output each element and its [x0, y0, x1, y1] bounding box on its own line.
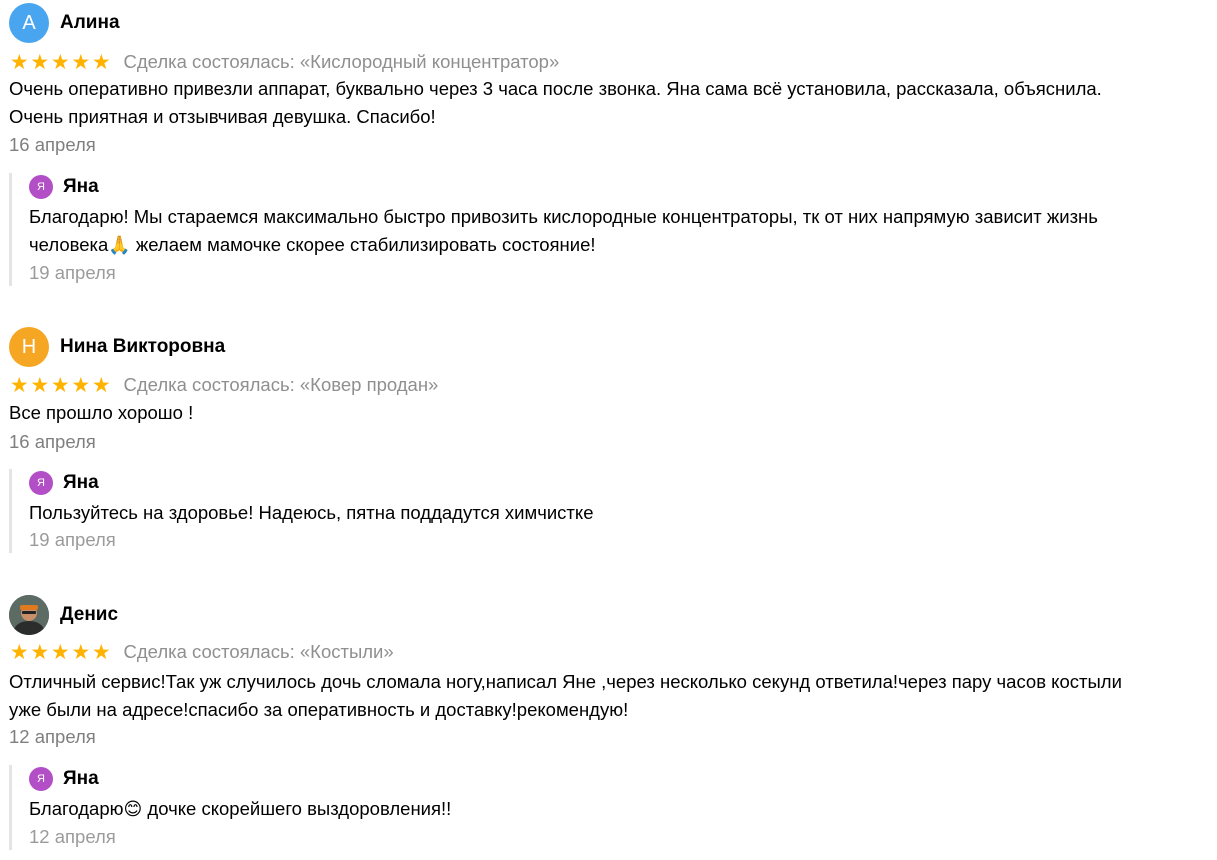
reply-text-part: желаем мамочке скорее стабилизировать со… — [130, 234, 596, 255]
reply-header: Я Яна — [29, 173, 1209, 201]
seller-reply: Я Яна Благодарю! Мы стараемся максимальн… — [9, 173, 1209, 286]
star-icon: ★ — [50, 640, 70, 664]
reply-date: 12 апреля — [29, 826, 116, 847]
reply-author-name[interactable]: Яна — [63, 768, 99, 790]
star-icon: ★ — [30, 373, 50, 397]
rating-row: ★ ★ ★ ★ ★ Сделка состоялась: «Костыли» — [9, 641, 394, 663]
reply-text-part: дочке скорейшего выздоровления!! — [142, 798, 452, 819]
deal-status: Сделка состоялась: «Кислородный концентр… — [123, 51, 560, 72]
reply-avatar[interactable]: Я — [29, 471, 53, 495]
reply-header: Я Яна — [29, 765, 1209, 793]
star-icon: ★ — [91, 373, 111, 397]
author-name[interactable]: Алина — [60, 12, 120, 34]
review-text-line: Очень приятная и отзывчивая девушка. Спа… — [9, 106, 436, 127]
review-text-line: Очень оперативно привезли аппарат, буква… — [9, 78, 1102, 99]
star-icon: ★ — [9, 50, 29, 74]
author-name[interactable]: Нина Викторовна — [60, 336, 225, 358]
review-text: Все прошло хорошо ! — [9, 399, 1209, 427]
star-icon: ★ — [50, 50, 70, 74]
deal-status: Сделка состоялась: «Ковер продан» — [123, 374, 439, 395]
review-text-line: Все прошло хорошо ! — [9, 402, 194, 423]
review-date: 16 апреля — [9, 431, 96, 452]
reply-text-part: Благодарю — [29, 798, 124, 819]
reply-date: 19 апреля — [29, 529, 116, 550]
avatar[interactable] — [9, 595, 49, 635]
star-icon: ★ — [50, 373, 70, 397]
reply-author-name[interactable]: Яна — [63, 472, 99, 494]
review-text-line: уже были на адресе!спасибо за оперативно… — [9, 699, 629, 720]
praying-hands-icon: 🙏 — [108, 235, 131, 256]
reply-avatar[interactable]: Я — [29, 767, 53, 791]
seller-reply: Я Яна Пользуйтесь на здоровье! Надеюсь, … — [9, 469, 1209, 553]
review-author-row: Н Нина Викторовна — [9, 327, 225, 367]
seller-reply: Я Яна Благодарю😊 дочке скорейшего выздор… — [9, 765, 1209, 850]
reply-avatar[interactable]: Я — [29, 175, 53, 199]
reply-text-line: человека🙏 желаем мамочке скорее стабилиз… — [29, 231, 1209, 260]
rating-row: ★ ★ ★ ★ ★ Сделка состоялась: «Кислородны… — [9, 51, 559, 73]
deal-status: Сделка состоялась: «Костыли» — [123, 641, 394, 662]
review-date: 12 апреля — [9, 726, 96, 747]
user-photo-icon — [9, 595, 49, 635]
reply-text: Благодарю😊 дочке скорейшего выздоровлени… — [29, 795, 1209, 824]
reply-author-name[interactable]: Яна — [63, 176, 99, 198]
reply-text-line: Благодарю😊 дочке скорейшего выздоровлени… — [29, 795, 1209, 824]
star-icon: ★ — [30, 640, 50, 664]
review-author-row: А Алина — [9, 3, 120, 43]
reply-text: Благодарю! Мы стараемся максимально быст… — [29, 203, 1209, 260]
review-text: Очень оперативно привезли аппарат, буква… — [9, 75, 1209, 131]
star-icon: ★ — [71, 50, 91, 74]
reply-date: 19 апреля — [29, 262, 116, 283]
star-icon: ★ — [71, 640, 91, 664]
avatar[interactable]: Н — [9, 327, 49, 367]
reply-text-part: человека — [29, 234, 109, 255]
star-icon: ★ — [9, 640, 29, 664]
reply-text-line: Пользуйтесь на здоровье! Надеюсь, пятна … — [29, 502, 594, 523]
author-name[interactable]: Денис — [60, 604, 118, 626]
reply-header: Я Яна — [29, 469, 1209, 497]
review-text: Отличный сервис!Так уж случилось дочь сл… — [9, 668, 1209, 724]
review-text-line: Отличный сервис!Так уж случилось дочь сл… — [9, 671, 1122, 692]
reply-text-line: Благодарю! Мы стараемся максимально быст… — [29, 206, 1098, 227]
star-icon: ★ — [71, 373, 91, 397]
star-rating: ★ ★ ★ ★ ★ — [9, 52, 112, 73]
star-rating: ★ ★ ★ ★ ★ — [9, 375, 112, 396]
rating-row: ★ ★ ★ ★ ★ Сделка состоялась: «Ковер прод… — [9, 374, 439, 396]
avatar[interactable]: А — [9, 3, 49, 43]
star-icon: ★ — [30, 50, 50, 74]
star-icon: ★ — [91, 50, 111, 74]
review-author-row: Денис — [9, 595, 118, 635]
star-rating: ★ ★ ★ ★ ★ — [9, 642, 112, 663]
star-icon: ★ — [9, 373, 29, 397]
reply-text: Пользуйтесь на здоровье! Надеюсь, пятна … — [29, 499, 1209, 527]
review-date: 16 апреля — [9, 134, 96, 155]
star-icon: ★ — [91, 640, 111, 664]
smiling-face-icon: 😊 — [123, 799, 143, 820]
